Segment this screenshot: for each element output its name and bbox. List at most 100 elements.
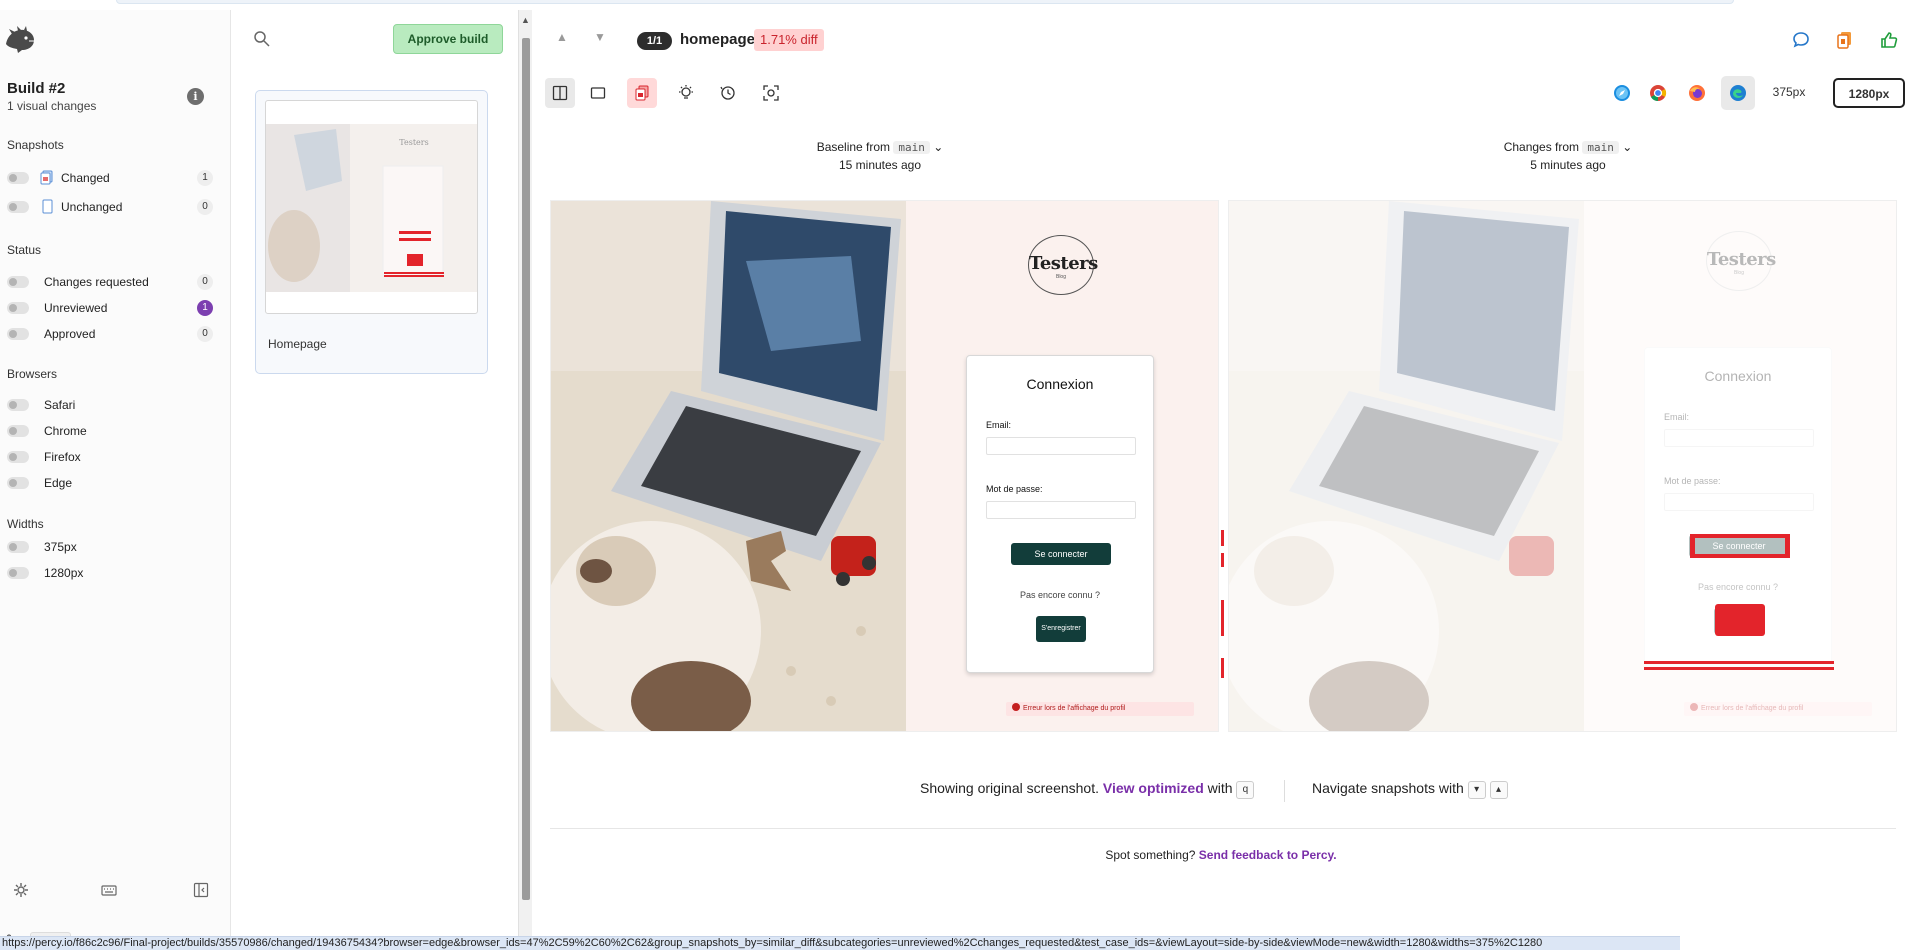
next-snapshot-button[interactable]: ▼	[594, 30, 606, 44]
with-text: with	[1207, 780, 1233, 796]
filter-width-1280[interactable]: 1280px	[7, 564, 213, 582]
edge-icon	[1730, 85, 1746, 101]
toggle-switch[interactable]	[7, 425, 29, 437]
baseline-screenshot[interactable]: Testers Blog Connexion Email: Mot de pass…	[550, 200, 1219, 732]
filter-label: Edge	[44, 476, 73, 490]
toggle-switch[interactable]	[7, 276, 29, 288]
showing-text: Showing original screenshot.	[920, 780, 1099, 796]
collapse-sidebar-icon[interactable]	[193, 882, 209, 898]
diff-highlight	[1644, 667, 1834, 670]
view-optimized-link[interactable]: View optimized	[1103, 780, 1204, 796]
filter-label: 375px	[44, 540, 77, 554]
snapshot-card[interactable]: Testers Homepage	[255, 90, 488, 374]
divider	[1284, 780, 1285, 802]
chevron-down-icon[interactable]: ⌄	[1622, 140, 1632, 154]
highlight-toggle-button[interactable]	[671, 78, 701, 108]
toggle-switch[interactable]	[7, 328, 29, 340]
side-by-side-icon	[552, 85, 568, 101]
previous-snapshot-button[interactable]: ▲	[556, 30, 568, 44]
build-subtitle: 1 visual changes	[7, 99, 97, 113]
firefox-icon[interactable]	[1688, 84, 1706, 102]
brand-text: Testers	[1029, 253, 1098, 274]
send-feedback-link[interactable]: Send feedback to Percy.	[1199, 848, 1337, 862]
single-view-icon	[590, 87, 606, 99]
filter-edge[interactable]: Edge	[7, 474, 213, 492]
browser-status-url: https://percy.io/f86c2c96/Final-project/…	[0, 936, 1680, 950]
changes-branch: main	[1582, 141, 1619, 154]
toggle-switch[interactable]	[7, 477, 29, 489]
edge-browser-button[interactable]	[1721, 76, 1755, 110]
filter-firefox[interactable]: Firefox	[7, 448, 213, 466]
toggle-switch[interactable]	[7, 541, 29, 553]
login-card: Connexion Email: Mot de passe: Se connec…	[966, 355, 1154, 673]
navigate-hint-line: Navigate snapshots with ▾ ▴	[1312, 780, 1508, 799]
comment-icon[interactable]	[1791, 30, 1811, 50]
scroll-up-arrow[interactable]: ▲	[521, 15, 530, 25]
info-icon[interactable]: i	[187, 88, 204, 105]
settings-icon[interactable]	[13, 882, 29, 898]
filter-safari[interactable]: Safari	[7, 396, 213, 414]
unchanged-icon	[42, 199, 53, 214]
filter-count: 1	[197, 170, 213, 186]
diff-percentage-badge: 1.71% diff	[754, 29, 824, 51]
snapshot-name: homepage	[680, 31, 756, 48]
history-clock-icon	[720, 86, 735, 100]
key-down-hint: ▾	[1467, 781, 1486, 799]
filter-label: Firefox	[44, 450, 81, 464]
filter-approved[interactable]: Approved 0	[7, 325, 213, 343]
diff-highlight	[1785, 538, 1790, 554]
toggle-switch[interactable]	[7, 567, 29, 579]
history-button[interactable]	[713, 78, 743, 108]
baseline-branch: main	[893, 141, 930, 154]
toggle-switch[interactable]	[7, 172, 29, 184]
key-up-hint: ▴	[1489, 781, 1508, 799]
browsers-heading: Browsers	[7, 367, 58, 381]
chevron-down-icon[interactable]: ⌄	[933, 140, 943, 154]
approve-thumbs-up-icon[interactable]	[1879, 30, 1899, 50]
filter-chrome[interactable]: Chrome	[7, 422, 213, 440]
vertical-scrollbar[interactable]: ▲	[518, 10, 532, 940]
focus-scan-icon	[763, 85, 779, 101]
width-1280-button[interactable]: 1280px	[1833, 78, 1905, 108]
widths-heading: Widths	[7, 517, 44, 531]
toggle-switch[interactable]	[7, 302, 29, 314]
filter-unchanged[interactable]: Unchanged 0	[7, 198, 213, 216]
login-title: Connexion	[1026, 376, 1094, 392]
diff-overlay-button[interactable]	[627, 78, 657, 108]
brand-subtext: Blog	[1055, 274, 1066, 280]
side-by-side-view-button[interactable]	[545, 78, 575, 108]
changes-screenshot[interactable]: TestersBlog Connexion Email: Mot de pass…	[1228, 200, 1897, 732]
filter-label: 1280px	[44, 566, 84, 580]
filter-width-375[interactable]: 375px	[7, 538, 213, 556]
toggle-switch[interactable]	[7, 399, 29, 411]
screenshot-mode-line: Showing original screenshot. View optimi…	[920, 780, 1255, 799]
toggle-switch[interactable]	[7, 451, 29, 463]
login-page: TestersBlog Connexion Email: Mot de pass…	[906, 201, 1218, 731]
keyboard-icon[interactable]	[101, 882, 117, 898]
width-375-button[interactable]: 375px	[1768, 78, 1810, 108]
cat-laptop-photo	[551, 201, 906, 731]
filter-unreviewed[interactable]: Unreviewed 1	[7, 299, 213, 317]
single-view-button[interactable]	[583, 78, 613, 108]
brand-logo: TestersBlog	[1028, 235, 1098, 295]
diff-marker	[1221, 658, 1224, 678]
scrollbar-thumb[interactable]	[522, 38, 530, 900]
request-changes-icon[interactable]	[1835, 30, 1855, 50]
chrome-icon[interactable]	[1649, 84, 1667, 102]
diff-highlight	[1715, 604, 1765, 636]
search-icon[interactable]	[253, 30, 271, 48]
toggle-switch[interactable]	[7, 201, 29, 213]
error-text: Erreur lors de l'affichage du profil	[1023, 705, 1126, 712]
snapshot-thumbnail[interactable]: Testers	[265, 100, 478, 314]
percy-logo-icon[interactable]	[4, 26, 36, 54]
diff-highlight	[1690, 534, 1790, 538]
diff-highlight	[1690, 538, 1695, 554]
filter-changes-requested[interactable]: Changes requested 0	[7, 273, 213, 291]
changes-prefix: Changes from	[1503, 140, 1580, 154]
focus-region-button[interactable]	[756, 78, 786, 108]
approve-build-button[interactable]: Approve build	[393, 24, 503, 54]
error-message: Erreur lors de l'affichage du profil	[1006, 702, 1194, 716]
email-field	[986, 437, 1136, 455]
filter-changed[interactable]: Changed 1	[7, 169, 213, 187]
safari-icon[interactable]	[1613, 84, 1631, 102]
